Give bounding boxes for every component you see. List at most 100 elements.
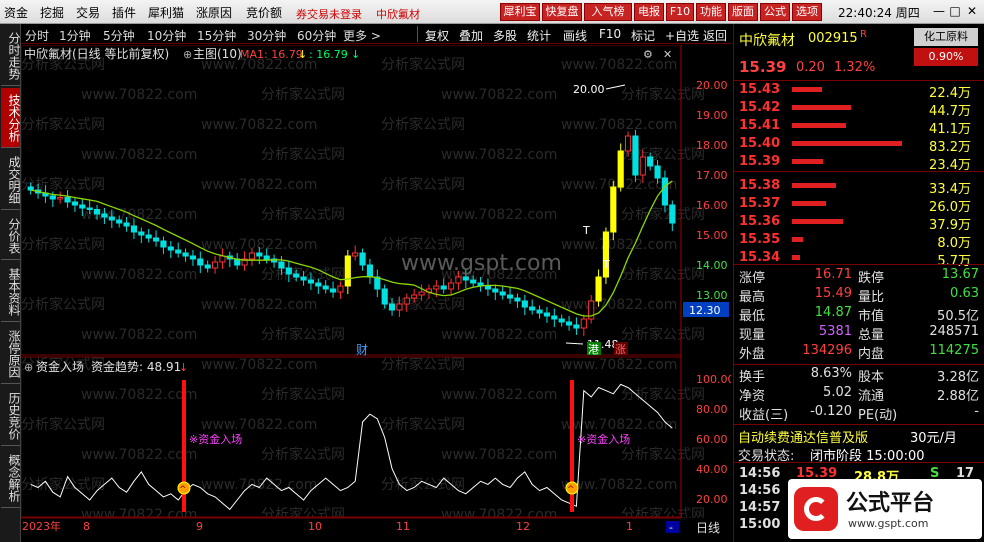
tab-chengjiao[interactable]: 成交明细 <box>1 150 21 210</box>
candle-body <box>101 213 108 218</box>
sub-axis-tick: 40.00 <box>696 463 728 476</box>
stats-row: 换手 8.63% 股本 3.28亿 <box>734 366 984 385</box>
ask-row[interactable]: 15.43 22.4万 <box>734 82 984 101</box>
bid-row[interactable]: 15.36 37.9万 <box>734 214 984 233</box>
chart-settings-icon[interactable]: ⚙ <box>643 48 653 61</box>
ad-text[interactable]: 自动续费通达信普及版 <box>738 427 868 446</box>
candle-body <box>455 276 462 284</box>
main-indicator-label[interactable]: 主图(10) <box>193 47 242 61</box>
chart-f10-button[interactable]: F10 <box>599 27 621 41</box>
kuaifupan-button[interactable]: 快复盘 <box>542 3 582 21</box>
duogu-button[interactable]: 多股 <box>493 27 517 44</box>
quote-stock-name: 中欣氟材 <box>739 33 795 49</box>
stat-value: 134296 <box>802 343 852 358</box>
ad-price[interactable]: 30元/月 <box>910 427 957 446</box>
watermark-text: www.70822.com <box>561 357 677 373</box>
candle-body <box>521 300 528 308</box>
tab-jishu[interactable]: 技术分析 <box>1 88 21 148</box>
stat-value: 114275 <box>929 343 979 358</box>
stats-table-2: 换手 8.63% 股本 3.28亿 净资 5.02 流通 2.88亿 收益(三) -0.120 PE… <box>734 366 984 424</box>
bid-row[interactable]: 15.38 33.4万 <box>734 178 984 197</box>
order-volume: 22.4万 <box>929 86 971 101</box>
quote-panel: 中欣氟材 002915 R 化工原料 0.90% 15.39 0.20 1.32… <box>733 24 984 542</box>
ask-row[interactable]: 15.40 83.2万 <box>734 136 984 155</box>
biaoji-button[interactable]: 标记 <box>631 27 655 44</box>
order-price: 15.36 <box>739 214 781 229</box>
watermark-text: 分析家公式网 <box>21 236 105 253</box>
event-cai-marker[interactable]: 财 <box>356 343 368 357</box>
f10-button[interactable]: F10 <box>666 3 694 21</box>
gongneng-button[interactable]: 功能 <box>696 3 726 21</box>
candle-body <box>344 255 351 287</box>
tab-jiben[interactable]: 基本资料 <box>1 262 21 322</box>
gongshi-button[interactable]: 公式 <box>760 3 790 21</box>
period-5min[interactable]: 5分钟 <box>103 27 135 44</box>
menu-item-jingjiae[interactable]: 竞价额 <box>246 4 282 21</box>
period-fenshi[interactable]: 分时 <box>25 27 49 44</box>
event-zhang-marker[interactable]: 涨 <box>615 343 626 356</box>
event-gang-marker[interactable]: 港 <box>588 343 599 356</box>
quote-change: 0.20 <box>796 60 825 75</box>
candle-body <box>470 279 477 284</box>
close-icon[interactable]: ✕ <box>965 3 979 19</box>
watermark-text: 分析家公式网 <box>621 266 705 283</box>
xuanxiang-button[interactable]: 选项 <box>792 3 822 21</box>
divider <box>734 424 984 425</box>
menu-item-jiaoyi[interactable]: 交易 <box>76 4 100 21</box>
main-indicator-icon[interactable]: ⊕ <box>183 48 192 61</box>
sub-indicator-icon[interactable]: ⊕ <box>24 361 33 374</box>
banmian-button[interactable]: 版面 <box>728 3 758 21</box>
order-price: 15.41 <box>739 118 781 133</box>
menu-item-zijin[interactable]: 资金 <box>4 4 28 21</box>
huaxian-button[interactable]: 画线 <box>563 27 587 44</box>
menu-item-zhangyuanyin[interactable]: 涨原因 <box>196 4 232 21</box>
ask-row[interactable]: 15.42 44.7万 <box>734 100 984 119</box>
xilibao-button[interactable]: 犀利宝 <box>500 3 540 21</box>
bid-row[interactable]: 15.35 8.0万 <box>734 232 984 251</box>
dianbao-button[interactable]: 电报 <box>634 3 664 21</box>
tongji-button[interactable]: 统计 <box>527 27 551 44</box>
chart-close-icon[interactable]: ✕ <box>663 48 672 61</box>
add-watchlist-button[interactable]: +自选 <box>665 27 699 44</box>
watermark-text: www.70822.com <box>81 387 197 403</box>
login-status[interactable]: 券交易未登录 <box>296 6 362 22</box>
high-price-label: 20.00 <box>573 83 605 96</box>
period-60min[interactable]: 60分钟 <box>297 27 336 44</box>
tab-lishi[interactable]: 历史竞价 <box>1 386 21 446</box>
brand-badge: 公式平台 www.gspt.com <box>788 479 982 539</box>
tab-fenjia[interactable]: 分价表 <box>1 212 21 260</box>
bid-row[interactable]: 15.37 26.0万 <box>734 196 984 215</box>
kline-chart[interactable]: www.70822.com 分析家公式网 www.70822.com 分析家公式网 ww… <box>21 45 731 542</box>
watermark-text: 分析家公式网 <box>21 296 105 313</box>
industry-button[interactable]: 化工原料 <box>914 28 978 46</box>
candle-body <box>160 240 167 248</box>
renqibang-button[interactable]: 入气榜 <box>584 3 632 21</box>
maximize-icon[interactable]: □ <box>948 3 962 19</box>
period-30min[interactable]: 30分钟 <box>247 27 286 44</box>
candle-body <box>263 255 270 260</box>
menu-item-xilimao[interactable]: 犀利猫 <box>148 4 184 21</box>
axis-tick: 14.00 <box>696 259 728 272</box>
period-more[interactable]: 更多 > <box>343 27 381 44</box>
stats-row: 最高 15.49 量比 0.63 <box>734 286 984 305</box>
low-price-pointer <box>565 342 584 345</box>
period-1min[interactable]: 1分钟 <box>59 27 91 44</box>
trend-down-arrow-icon: ↓ <box>179 361 188 374</box>
tab-gainian[interactable]: 概念解析 <box>1 448 21 508</box>
back-button[interactable]: 返回 <box>703 27 727 44</box>
minimize-icon[interactable]: — <box>932 3 946 19</box>
main-chart-title: 中欣氟材(日线 等比前复权) <box>24 46 169 61</box>
tab-zhangting[interactable]: 涨停原因 <box>1 324 21 384</box>
fuquan-button[interactable]: 复权 <box>425 27 449 44</box>
tab-fenshi[interactable]: 分时走势 <box>1 26 21 86</box>
watermark-text: 分析家公式网 <box>381 116 465 133</box>
diejia-button[interactable]: 叠加 <box>459 27 483 44</box>
menu-item-chajian[interactable]: 插件 <box>112 4 136 21</box>
period-daily-label[interactable]: 日线 <box>696 521 720 535</box>
ask-row[interactable]: 15.39 23.4万 <box>734 154 984 173</box>
menu-item-wajue[interactable]: 挖掘 <box>40 4 64 21</box>
ask-row[interactable]: 15.41 41.1万 <box>734 118 984 137</box>
sub-chart-title[interactable]: 资金入场 <box>36 359 84 374</box>
period-15min[interactable]: 15分钟 <box>197 27 236 44</box>
period-10min[interactable]: 10分钟 <box>147 27 186 44</box>
